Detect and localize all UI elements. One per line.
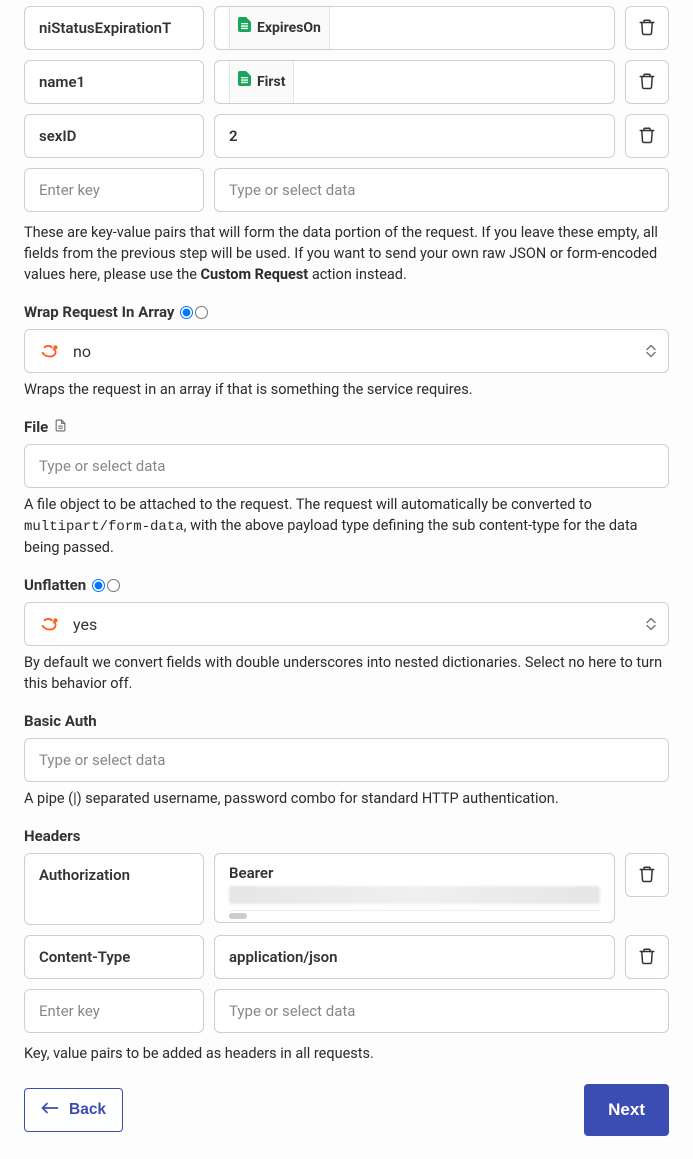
chevron-up-down-icon — [646, 345, 656, 358]
data-kv-section: niStatusExpirationT ExpiresOn name1 Firs… — [24, 6, 669, 212]
header-key-input[interactable]: Enter key — [24, 989, 204, 1033]
redacted-token — [229, 886, 600, 904]
header-row: Content-Type application/json — [24, 935, 669, 979]
data-key-input[interactable]: sexID — [24, 114, 204, 158]
back-label: Back — [69, 1101, 106, 1119]
file-icon — [54, 418, 67, 436]
wrap-select[interactable]: no — [24, 329, 669, 373]
data-row: name1 First — [24, 60, 669, 104]
delete-header-button[interactable] — [625, 853, 669, 897]
header-value-input[interactable]: Bearer — [214, 853, 615, 923]
trash-icon — [638, 72, 656, 93]
data-value-input[interactable]: Type or select data — [214, 168, 669, 212]
arrow-left-icon — [41, 1101, 59, 1120]
header-value-input[interactable]: Type or select data — [214, 989, 669, 1033]
file-label: File — [24, 418, 669, 436]
data-key-input[interactable]: Enter key — [24, 168, 204, 212]
data-value-input[interactable]: 2 — [214, 114, 615, 158]
delete-header-button[interactable] — [625, 935, 669, 979]
next-button[interactable]: Next — [584, 1084, 669, 1136]
data-value-input[interactable]: First — [214, 60, 615, 104]
header-key-input[interactable]: Content-Type — [24, 935, 204, 979]
delete-row-button[interactable] — [625, 6, 669, 50]
wrap-help-text: Wraps the request in an array if that is… — [24, 379, 669, 400]
delete-row-button[interactable] — [625, 60, 669, 104]
unflatten-help-text: By default we convert fields with double… — [24, 652, 669, 694]
chip-label: First — [257, 60, 285, 104]
wrap-radio-off[interactable] — [195, 306, 208, 319]
unflatten-select[interactable]: yes — [24, 602, 669, 646]
wrap-radio-on[interactable] — [180, 306, 193, 319]
data-row: niStatusExpirationT ExpiresOn — [24, 6, 669, 50]
unflatten-radio-off[interactable] — [107, 579, 120, 592]
trash-icon — [638, 865, 656, 886]
sheets-icon — [238, 6, 251, 50]
chevron-up-down-icon — [646, 618, 656, 631]
header-row: Authorization Bearer — [24, 853, 669, 925]
header-value-line: Bearer — [229, 864, 600, 882]
basic-auth-help-text: A pipe (|) separated username, password … — [24, 788, 669, 809]
basic-auth-input[interactable]: Type or select data — [24, 738, 669, 782]
unflatten-value: yes — [73, 615, 97, 634]
header-row-empty: Enter key Type or select data — [24, 989, 669, 1033]
data-value-input[interactable]: ExpiresOn — [214, 6, 615, 50]
file-input[interactable]: Type or select data — [24, 444, 669, 488]
trash-icon — [638, 947, 656, 968]
header-key-input[interactable]: Authorization — [24, 853, 204, 925]
data-chip: ExpiresOn — [229, 6, 330, 50]
trash-icon — [638, 126, 656, 147]
zapier-icon — [39, 613, 61, 635]
scrollbar[interactable] — [229, 910, 600, 916]
data-key-input[interactable]: name1 — [24, 60, 204, 104]
chip-label: ExpiresOn — [257, 6, 321, 50]
data-chip: First — [229, 60, 294, 104]
zapier-icon — [39, 340, 61, 362]
wrap-label: Wrap Request In Array — [24, 303, 669, 321]
unflatten-radio-on[interactable] — [92, 579, 105, 592]
sheets-icon — [238, 60, 251, 104]
wrap-value: no — [73, 342, 91, 361]
basic-auth-label: Basic Auth — [24, 712, 669, 730]
back-button[interactable]: Back — [24, 1088, 123, 1132]
unflatten-label: Unflatten — [24, 576, 669, 594]
file-help-text: A file object to be attached to the requ… — [24, 494, 669, 558]
headers-help-text: Key, value pairs to be added as headers … — [24, 1043, 669, 1064]
trash-icon — [638, 18, 656, 39]
header-value-input[interactable]: application/json — [214, 935, 615, 979]
data-row-empty: Enter key Type or select data — [24, 168, 669, 212]
footer: Back Next — [24, 1084, 669, 1136]
delete-row-button[interactable] — [625, 114, 669, 158]
headers-label: Headers — [24, 827, 669, 845]
data-row: sexID 2 — [24, 114, 669, 158]
data-key-input[interactable]: niStatusExpirationT — [24, 6, 204, 50]
data-help-text: These are key-value pairs that will form… — [24, 222, 669, 285]
